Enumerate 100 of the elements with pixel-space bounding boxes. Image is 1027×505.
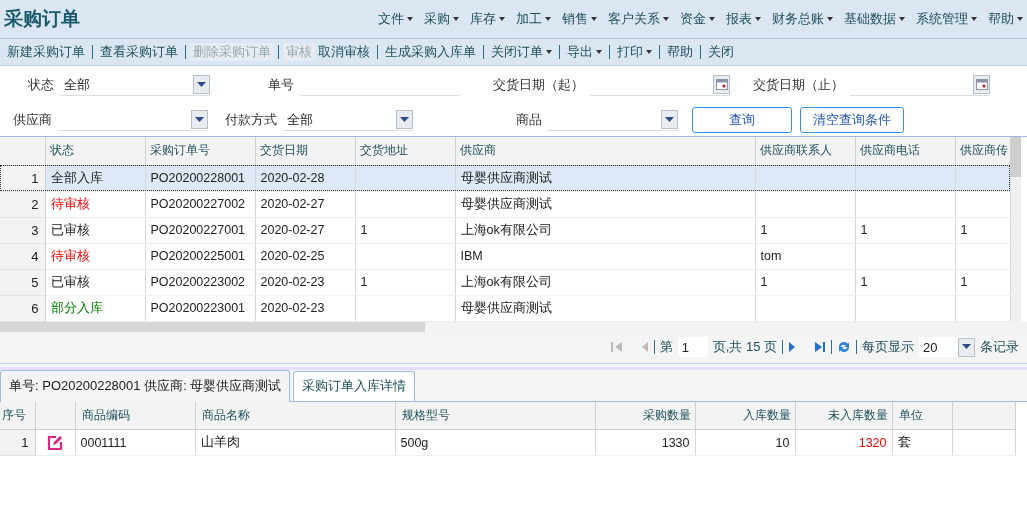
horizontal-scrollbar[interactable]: [0, 321, 1027, 332]
column-header: 采购订单号: [145, 137, 255, 165]
menu-item[interactable]: 加工: [516, 10, 551, 28]
row-number: 6: [0, 295, 45, 321]
previous-page-icon[interactable]: [640, 341, 649, 353]
toolbar-button[interactable]: 生成采购入库单: [382, 43, 479, 61]
next-page-icon[interactable]: [788, 341, 796, 353]
table-cell: 上海ok有限公司: [455, 269, 755, 295]
chevron-down-icon[interactable]: [191, 110, 208, 129]
table-cell: 0001111: [75, 429, 195, 456]
toolbar-button[interactable]: 关闭订单: [488, 43, 555, 61]
header-cell: [0, 137, 45, 165]
table-cell: PO20200227002: [145, 191, 255, 217]
row-number: 3: [0, 217, 45, 243]
toolbar-button[interactable]: 帮助: [664, 43, 696, 61]
table-cell: [955, 191, 1010, 217]
pager-label: 每页显示: [862, 338, 914, 356]
status-text: 已审核: [50, 222, 90, 237]
pager-label: 条记录: [980, 338, 1019, 356]
menu-item[interactable]: 文件: [378, 10, 413, 28]
last-page-icon[interactable]: [814, 341, 826, 353]
table-cell: tom: [755, 243, 855, 269]
calendar-icon[interactable]: [713, 75, 730, 94]
table-cell: 2020-02-28: [255, 165, 355, 191]
table-cell: 母婴供应商测试: [455, 295, 755, 321]
table-cell: PO20200225001: [145, 243, 255, 269]
table-row[interactable]: 3 已审核 PO20200227001 2020-02-27 1 上海ok有限公司 1 1 1: [0, 217, 1010, 243]
table-row[interactable]: 2 待审核 PO20200227002 2020-02-27 母婴供应商测试: [0, 191, 1010, 217]
select-field[interactable]: [548, 109, 678, 131]
select-field[interactable]: 全部: [283, 109, 413, 131]
chevron-down-icon[interactable]: [396, 110, 413, 129]
date-field[interactable]: [850, 74, 990, 96]
menu-item[interactable]: 库存: [470, 10, 505, 28]
chevron-down-icon[interactable]: [193, 75, 210, 94]
chevron-down-icon[interactable]: [661, 110, 678, 129]
menu-item[interactable]: 系统管理: [916, 10, 977, 28]
table-cell: 10: [695, 429, 795, 456]
column-header: 规格型号: [395, 401, 595, 430]
row-number: 5: [0, 269, 45, 295]
column-header: 商品编码: [75, 401, 195, 430]
table-cell: PO20200223002: [145, 269, 255, 295]
pager-label: 第: [659, 338, 673, 356]
filter-label: 付款方式: [224, 111, 278, 129]
table-cell: 2020-02-25: [255, 243, 355, 269]
page-title: 采购订单: [4, 7, 80, 31]
table-row[interactable]: 1 全部入库 PO20200228001 2020-02-28 母婴供应商测试: [0, 165, 1010, 191]
menu-item[interactable]: 销售: [562, 10, 597, 28]
toolbar-button[interactable]: 打印: [614, 43, 655, 61]
menu-item[interactable]: 基础数据: [844, 10, 905, 28]
table-cell: 1: [855, 217, 955, 243]
row-number: 2: [0, 191, 45, 217]
table-row[interactable]: 4 待审核 PO20200225001 2020-02-25 IBM tom: [0, 243, 1010, 269]
toolbar-button[interactable]: 查看采购订单: [97, 43, 181, 61]
first-page-icon[interactable]: [610, 341, 623, 353]
table-cell: 2020-02-23: [255, 269, 355, 295]
filter-label: 交货日期（起）: [492, 76, 585, 94]
menu-item[interactable]: 客户关系: [608, 10, 669, 28]
status-text: 待审核: [50, 196, 90, 211]
menu-item[interactable]: 财务总账: [772, 10, 833, 28]
select-field[interactable]: [58, 109, 208, 131]
table-cell: 母婴供应商测试: [455, 165, 755, 191]
tab[interactable]: 采购订单入库详情: [293, 370, 416, 401]
toolbar-button[interactable]: 取消审核: [315, 43, 373, 61]
table-cell: 1330: [595, 429, 695, 456]
status-text: 部分入库: [50, 300, 103, 315]
menu-item[interactable]: 资金: [680, 10, 715, 28]
toolbar-button[interactable]: 关闭: [705, 43, 737, 61]
table-cell: PO20200227001: [145, 217, 255, 243]
search-button[interactable]: 查询: [692, 107, 792, 133]
menu-item[interactable]: 帮助: [988, 10, 1023, 28]
column-header: 供应商传: [955, 137, 1010, 165]
table-row[interactable]: 6 部分入库 PO20200223001 2020-02-23 母婴供应商测试: [0, 295, 1010, 321]
table-cell: [955, 243, 1010, 269]
edit-icon[interactable]: [47, 434, 63, 451]
row-number: 1: [0, 165, 45, 191]
table-cell: 母婴供应商测试: [455, 191, 755, 217]
menu-item[interactable]: 报表: [726, 10, 761, 28]
filter-label: 交货日期（止）: [752, 76, 845, 94]
column-header: 单位: [892, 401, 952, 430]
select-field[interactable]: 全部: [60, 74, 210, 96]
refresh-icon[interactable]: [837, 340, 851, 354]
date-field[interactable]: [590, 74, 730, 96]
table-cell: 1: [955, 217, 1010, 243]
menu-item[interactable]: 采购: [424, 10, 459, 28]
calendar-icon[interactable]: [973, 75, 990, 94]
scrollbar[interactable]: [1010, 137, 1021, 322]
chevron-down-icon[interactable]: [958, 337, 975, 357]
toolbar-button[interactable]: 新建采购订单: [4, 43, 88, 61]
column-header: 未入库数量: [795, 401, 892, 430]
tab[interactable]: 单号: PO20200228001 供应商: 母婴供应商测试: [0, 369, 291, 402]
clear-button[interactable]: 清空查询条件: [800, 107, 904, 133]
row-number: 1: [0, 429, 35, 456]
column-header: 交货日期: [255, 137, 355, 165]
page-size-select[interactable]: 20: [919, 337, 975, 357]
table-cell: 1: [355, 217, 455, 243]
row-number: 4: [0, 243, 45, 269]
page-input[interactable]: 1: [677, 337, 708, 357]
column-header: 入库数量: [695, 401, 795, 430]
table-row[interactable]: 5 已审核 PO20200223002 2020-02-23 1 上海ok有限公司 1 1 1: [0, 269, 1010, 295]
toolbar-button[interactable]: 导出: [564, 43, 605, 61]
